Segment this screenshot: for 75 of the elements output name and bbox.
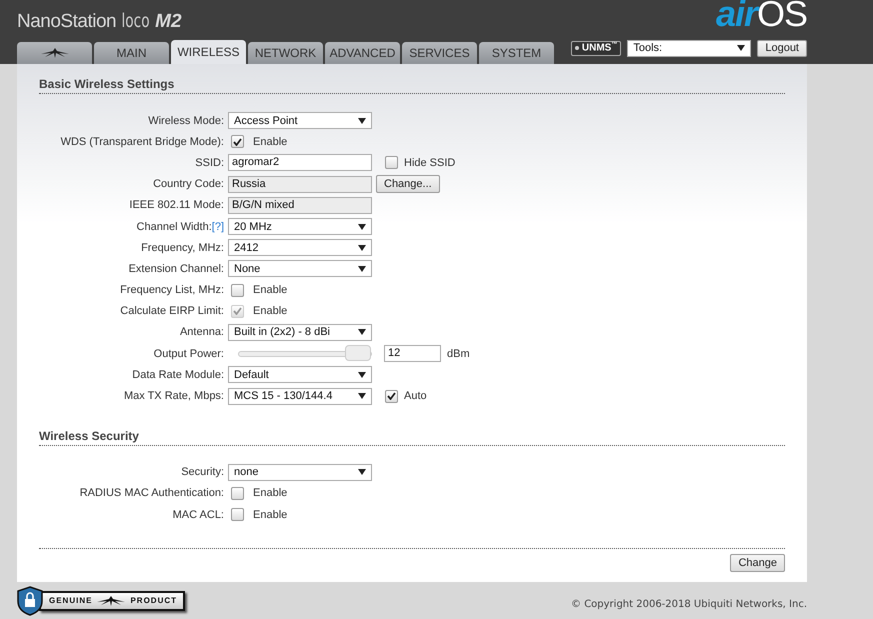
checkbox-label: Enable [253,487,288,500]
checkbox-label: Auto [404,390,427,402]
caret-icon [358,118,366,124]
caret-icon [358,469,366,476]
dropdown[interactable]: 2412 [228,239,372,256]
readonly-field: Russia [228,176,372,193]
slider-thumb[interactable] [345,344,371,361]
field-label: Country Code: [152,178,224,190]
unit-label: dBm [447,348,470,360]
field-label: Wireless Mode: [147,114,224,127]
field-label: Data Rate Module: [131,368,224,381]
checkbox-label: Enable [253,136,288,148]
checkbox[interactable] [231,486,244,500]
dropdown[interactable]: Default [228,366,372,384]
dropdown[interactable]: Tools: [627,40,752,56]
text-field[interactable]: agromar2 [228,154,372,172]
change-button[interactable]: Change [730,554,785,572]
checkbox-label: Enable [253,508,288,521]
number-field[interactable]: 12 [384,345,441,362]
field-label: WDS (Transparent Bridge Mode): [60,136,224,148]
airos-logo: airOS [716,0,807,30]
caret-icon [358,224,366,230]
field-label: Security: [180,466,224,478]
section-title: Basic Wireless Settings [39,77,785,94]
tab[interactable] [17,42,92,64]
field-label: Frequency List, MHz: [119,284,224,296]
section-title: Wireless Security [39,428,785,446]
field-label: RADIUS MAC Authentication: [78,487,224,500]
dropdown[interactable]: Built in (2x2) - 8 dBi [228,324,372,341]
dropdown[interactable]: None [228,260,372,278]
field-label: Channel Width: [136,220,212,233]
tab[interactable]: NETWORK [248,42,323,64]
badge-text: GENUINE [49,596,92,605]
field-label: IEEE 802.11 Mode: [128,199,224,212]
caret-icon [358,244,366,251]
dropdown[interactable]: 20 MHz [228,218,372,236]
badge-text: PRODUCT [130,596,178,605]
field-label: Max TX Rate, Mbps: [122,390,224,402]
checkbox-label: Enable [253,305,288,318]
readonly-field: B/G/N mixed [228,196,372,214]
tab[interactable]: SERVICES [402,42,477,64]
caret-icon [737,45,746,51]
tab[interactable]: SYSTEM [479,42,554,64]
field-label: SSID: [194,156,224,169]
field-label: Antenna: [178,326,224,338]
product-variant: loco [122,10,150,32]
field-label: Frequency, MHz: [140,242,224,254]
product-name: NanoStation [17,11,116,33]
field-label: Output Power: [152,348,224,360]
help-link[interactable]: [?] [212,220,224,233]
unms-badge[interactable]: UNMS$^{™}$ [570,40,622,56]
dropdown[interactable]: MCS 15 - 130/144.4 [228,388,372,405]
tab[interactable]: MAIN [94,42,169,64]
field-label: Calculate EIRP Limit: [119,305,224,318]
product-model: M2 [155,11,182,33]
dropdown[interactable]: none [228,464,372,481]
checkbox[interactable] [385,390,398,403]
logout-button[interactable]: Logout [757,40,807,56]
field-label: MAC ACL: [172,508,224,521]
tab[interactable]: WIRELESS [171,40,246,64]
caret-icon [358,329,366,336]
tab[interactable]: ADVANCED [325,42,400,64]
checkbox[interactable] [231,135,244,148]
checkbox-label: Hide SSID [404,156,456,169]
checkbox-label: Enable [253,284,288,296]
caret-icon [358,393,366,400]
copyright-text: © Copyright 2006-2018 Ubiquiti Networks, Inc. [571,598,807,610]
field-label: Extension Channel: [128,262,224,275]
change-button[interactable]: Change... [376,175,440,194]
dropdown[interactable]: Access Point [228,112,372,130]
checkbox[interactable] [385,156,398,170]
checkbox[interactable] [231,284,244,297]
caret-icon [358,266,366,272]
checkbox[interactable] [231,508,244,522]
caret-icon [358,372,366,378]
